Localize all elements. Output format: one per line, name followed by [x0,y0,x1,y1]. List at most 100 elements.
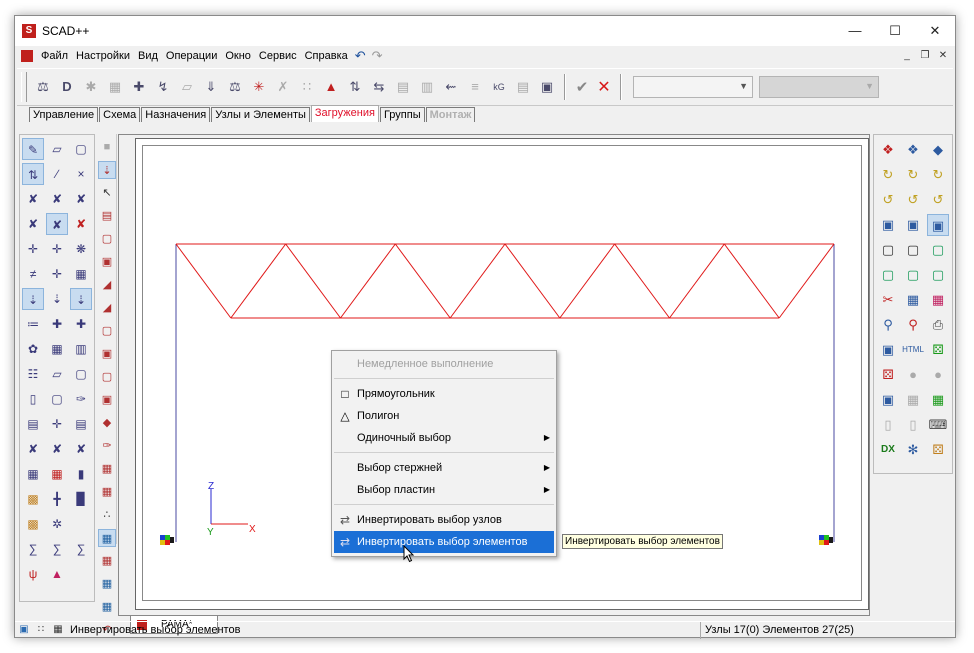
combo-v-icon[interactable]: ✘ [46,438,68,460]
hinge-icon[interactable]: ✘ [46,213,68,235]
menu-view[interactable]: Вид [134,50,162,62]
menu-settings[interactable]: Настройки [72,50,134,62]
node-select-icon[interactable]: ✿ [22,338,44,360]
load-copy-icon[interactable]: ⇅ [344,75,366,99]
grid-small-2-icon[interactable]: ▦ [98,483,116,501]
menu-item-invert-nodes[interactable]: ⇄ Инвертировать выбор узлов [332,509,556,531]
rotate-xy-icon[interactable]: ↺ [902,189,924,211]
load-transfer-icon[interactable]: ⇆ [368,75,390,99]
node-number-icon[interactable]: ⇅ [22,163,44,185]
truss-diagonal[interactable] [778,243,835,319]
dx-icon[interactable]: DX [877,439,899,461]
fragment-active-icon[interactable]: ▣ [927,214,949,236]
rigid-r-icon[interactable]: ✘ [22,213,44,235]
tab-assignments[interactable]: Назначения [141,107,211,122]
menu-operations[interactable]: Операции [162,50,221,62]
load-force-icon[interactable]: ⇣ [70,288,92,310]
view-3d-icon[interactable]: ❖ [877,139,899,161]
rotate-z-icon[interactable]: ↻ [927,164,949,186]
scissors-icon[interactable]: ✂ [877,289,899,311]
solid-1-icon[interactable]: ▢ [98,322,116,340]
gradient-icon[interactable]: ▲ [46,563,68,585]
element-index-icon[interactable]: × [70,163,92,185]
plate-3-icon[interactable]: ▣ [98,253,116,271]
tab-management[interactable]: Управление [29,107,99,122]
minimize-button[interactable]: — [835,16,875,46]
select-load-icon[interactable]: ⇣ [98,161,116,179]
apply-check-icon[interactable]: ✔ [571,78,593,96]
column-icon[interactable]: ╋ [46,488,68,510]
solid-3-icon[interactable]: ▢ [98,368,116,386]
tab-scheme[interactable]: Схема [99,107,141,122]
grid-hash-icon[interactable]: ✚ [70,313,92,335]
axis-cross-icon[interactable]: ✛ [46,238,68,260]
cube-green-1-icon[interactable]: ▢ [877,264,899,286]
grid-view-icon[interactable]: ▦ [902,289,924,311]
pencil-icon[interactable]: ✎ [22,138,44,160]
plate-load-icon[interactable]: ▱ [176,75,198,99]
truss-diagonal[interactable] [230,243,287,319]
maximize-button[interactable]: ☐ [875,16,915,46]
redo-icon[interactable]: ↷ [369,48,386,64]
keyboard-icon[interactable]: ⌨ [927,414,949,436]
floor-n-icon[interactable]: ▤ [70,413,92,435]
sum-table-icon[interactable]: ∑ [22,538,44,560]
rotate-icon[interactable]: ❖ [902,139,924,161]
table-green-icon[interactable]: ▦ [927,389,949,411]
weight-table-icon[interactable]: ▤ [512,75,534,99]
brush-small-icon[interactable]: ✑ [98,437,116,455]
screenshot-icon[interactable]: ▣ [877,339,899,361]
truss-diagonal[interactable] [723,243,780,319]
arrow-cursor-icon[interactable]: ↖ [98,184,116,202]
stiffness-t-icon[interactable]: ✘ [70,188,92,210]
mdi-minimize-button[interactable]: _ [899,48,915,63]
truss-diagonal[interactable] [449,243,506,319]
plate-1-icon[interactable]: ▤ [98,207,116,225]
layer-icon[interactable]: ▱ [46,363,68,385]
pattern-icon[interactable]: ≔ [22,313,44,335]
cube-front-icon[interactable]: ▢ [877,239,899,261]
truss-icon[interactable]: ❋ [70,238,92,260]
mdi-close-button[interactable]: ✕ [935,48,951,63]
menu-item-select-plates[interactable]: Выбор пластин ▶ [332,479,556,501]
cube-green-3-icon[interactable]: ▢ [927,264,949,286]
truss-diagonal[interactable] [175,243,232,319]
combo-g-icon[interactable]: ✘ [22,438,44,460]
grid-small-1-icon[interactable]: ▦ [98,460,116,478]
truss-diagonal[interactable] [669,243,725,319]
frame-icon[interactable]: ▢ [46,388,68,410]
save-load-icon[interactable]: ▣ [536,75,558,99]
bolt-icon[interactable]: ☷ [22,363,44,385]
plate-2-icon[interactable]: ▢ [98,230,116,248]
load-table-icon[interactable]: ▥ [416,75,438,99]
close-button[interactable]: ✕ [915,16,955,46]
plane-view-icon[interactable]: ◆ [927,139,949,161]
dead-load-icon[interactable]: D [56,75,78,99]
load-case-combo[interactable]: ▼ [633,76,753,98]
menu-file[interactable]: Файл [37,50,72,62]
zoom-cancel-icon[interactable]: ⚲ [902,314,924,336]
grid-small-4-icon[interactable]: ▦ [98,575,116,593]
hinge-red-icon[interactable]: ✘ [70,213,92,235]
cube-top-icon[interactable]: ▢ [927,239,949,261]
undo-icon[interactable]: ↶ [352,48,369,64]
color-map-icon[interactable]: ▩ [22,488,44,510]
support-plus-icon[interactable]: ✛ [46,263,68,285]
bell-icon[interactable]: ▯ [22,388,44,410]
bar-load-icon[interactable]: ↯ [152,75,174,99]
grid-small-3-icon[interactable]: ▦ [98,552,116,570]
menu-item-select-bars[interactable]: Выбор стержней ▶ [332,457,556,479]
sum-node-icon[interactable]: ∑ [46,538,68,560]
load-edit-icon[interactable]: ⇜ [440,75,462,99]
section-icon[interactable]: ▉ [70,488,92,510]
box-icon[interactable]: ▢ [70,363,92,385]
rotate-y-icon[interactable]: ↻ [902,164,924,186]
load-levels-icon[interactable]: ▤ [392,75,414,99]
eraser-icon[interactable]: ▱ [46,138,68,160]
truss-diagonal[interactable] [394,243,451,319]
support-grid-icon[interactable]: ▦ [70,263,92,285]
print-icon[interactable]: ⎙ [927,314,949,336]
html-icon[interactable]: HTML [902,339,924,361]
dots-icon[interactable]: ∴ [98,506,116,524]
plate-4-icon[interactable]: ◢ [98,276,116,294]
